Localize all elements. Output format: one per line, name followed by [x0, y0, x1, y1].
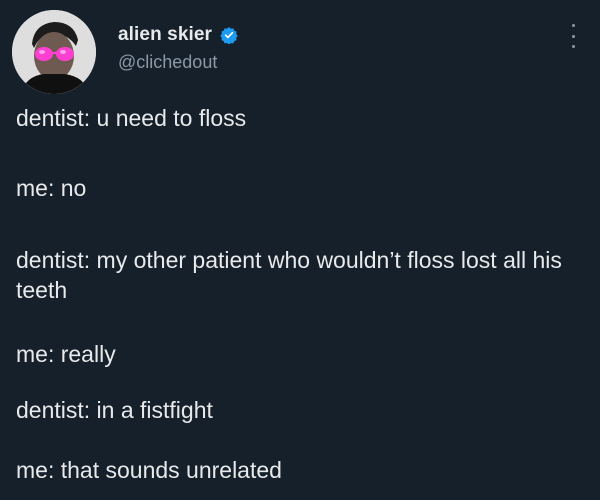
- tweet-line: me: no: [16, 175, 87, 201]
- tweet-line: dentist: in a fistfight: [16, 397, 213, 423]
- more-dot-icon: [571, 24, 575, 27]
- more-dot-icon: [571, 34, 575, 38]
- tweet-card: alien skier @clichedout dentist: u need …: [0, 0, 600, 500]
- more-options-icon[interactable]: [568, 24, 578, 48]
- tweet-text: dentist: u need to floss me: no dentist:…: [16, 103, 588, 485]
- verified-badge-icon: [220, 26, 238, 45]
- avatar-image: [12, 10, 96, 94]
- tweet-line: dentist: my other patient who wouldn’t f…: [16, 247, 562, 303]
- author-name-row: alien skier: [118, 24, 238, 46]
- more-dot-icon: [571, 45, 575, 48]
- tweet-line: dentist: u need to floss: [16, 105, 247, 131]
- tweet-line: me: that sounds unrelated: [16, 457, 282, 483]
- avatar[interactable]: [12, 10, 96, 94]
- author-handle[interactable]: @clichedout: [118, 52, 217, 73]
- display-name[interactable]: alien skier: [118, 24, 212, 46]
- tweet-line: me: really: [16, 341, 116, 367]
